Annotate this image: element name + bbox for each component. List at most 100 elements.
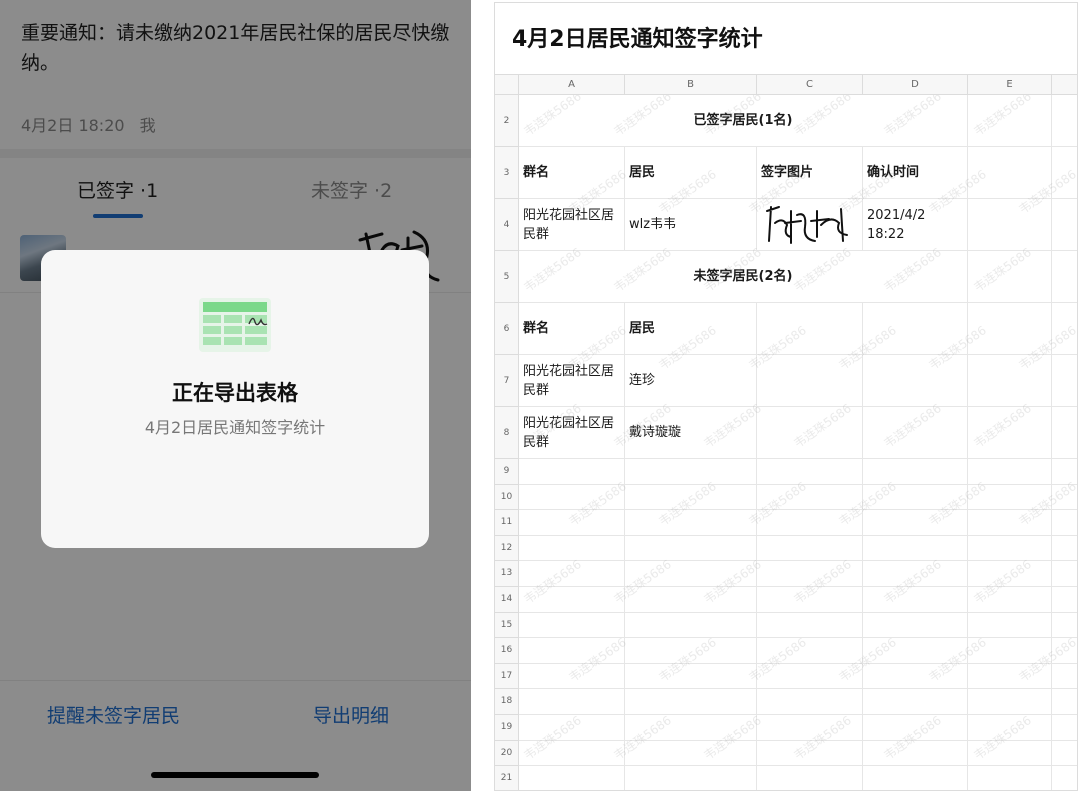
table-cell bbox=[1052, 561, 1078, 587]
table-cell bbox=[519, 766, 625, 791]
table-cell bbox=[757, 741, 863, 767]
table-cell bbox=[968, 689, 1052, 715]
table-cell-group: 阳光花园社区居民群 bbox=[519, 199, 625, 251]
header-cell-group: 群名 bbox=[519, 147, 625, 199]
table-cell-time: 2021/4/2 18:22 bbox=[863, 199, 968, 251]
table-cell bbox=[863, 355, 968, 407]
table-cell bbox=[757, 303, 863, 355]
select-all-corner[interactable] bbox=[495, 75, 519, 95]
signature-image-cell bbox=[757, 199, 863, 251]
table-cell bbox=[968, 407, 1052, 459]
section-title-signed: 已签字居民(1名) bbox=[519, 95, 968, 147]
row-header[interactable]: 18 bbox=[495, 689, 519, 715]
table-cell bbox=[968, 355, 1052, 407]
table-cell bbox=[757, 459, 863, 485]
table-cell bbox=[519, 715, 625, 741]
column-header-c[interactable]: C bbox=[757, 75, 863, 95]
row-header[interactable]: 4 bbox=[495, 199, 519, 251]
table-cell bbox=[1052, 303, 1078, 355]
row-header[interactable]: 17 bbox=[495, 664, 519, 690]
table-cell bbox=[1052, 536, 1078, 562]
column-header-d[interactable]: D bbox=[863, 75, 968, 95]
row-header[interactable]: 5 bbox=[495, 251, 519, 303]
table-cell bbox=[968, 587, 1052, 613]
table-cell bbox=[757, 510, 863, 536]
table-cell bbox=[968, 664, 1052, 690]
table-cell bbox=[519, 741, 625, 767]
table-cell bbox=[968, 715, 1052, 741]
row-header[interactable]: 7 bbox=[495, 355, 519, 407]
row-header[interactable]: 15 bbox=[495, 613, 519, 639]
table-cell bbox=[519, 536, 625, 562]
table-cell bbox=[968, 613, 1052, 639]
table-cell bbox=[757, 561, 863, 587]
row-header[interactable]: 10 bbox=[495, 485, 519, 511]
table-cell bbox=[1052, 485, 1078, 511]
row-header[interactable]: 21 bbox=[495, 766, 519, 791]
row-header[interactable]: 13 bbox=[495, 561, 519, 587]
table-cell bbox=[625, 561, 757, 587]
table-cell bbox=[757, 638, 863, 664]
sheet-header: 4月2日居民通知签字统计 bbox=[495, 3, 1078, 75]
section-title-unsigned: 未签字居民(2名) bbox=[519, 251, 968, 303]
export-progress-dialog: 正在导出表格 4月2日居民通知签字统计 bbox=[41, 250, 429, 548]
row-header[interactable]: 12 bbox=[495, 536, 519, 562]
row-header[interactable]: 2 bbox=[495, 95, 519, 147]
dialog-subtitle: 4月2日居民通知签字统计 bbox=[41, 414, 429, 438]
row-header[interactable]: 3 bbox=[495, 147, 519, 199]
table-cell bbox=[968, 766, 1052, 791]
column-header-a[interactable]: A bbox=[519, 75, 625, 95]
table-cell bbox=[863, 485, 968, 511]
table-cell bbox=[1052, 587, 1078, 613]
table-cell bbox=[625, 715, 757, 741]
table-cell bbox=[757, 485, 863, 511]
table-cell bbox=[1052, 95, 1078, 147]
table-cell bbox=[625, 459, 757, 485]
row-header[interactable]: 20 bbox=[495, 741, 519, 767]
row-header[interactable]: 6 bbox=[495, 303, 519, 355]
table-cell bbox=[625, 510, 757, 536]
table-cell bbox=[625, 613, 757, 639]
table-cell bbox=[1052, 407, 1078, 459]
table-cell bbox=[1052, 613, 1078, 639]
spreadsheet-grid: A B C D E 2 已签字居民(1名) 3 群名 居民 签字图片 确认时间 … bbox=[495, 75, 1078, 791]
table-cell bbox=[757, 355, 863, 407]
table-cell bbox=[863, 561, 968, 587]
row-header[interactable]: 9 bbox=[495, 459, 519, 485]
table-cell bbox=[1052, 147, 1078, 199]
table-cell bbox=[519, 485, 625, 511]
table-cell bbox=[519, 638, 625, 664]
table-cell bbox=[519, 510, 625, 536]
row-header[interactable]: 14 bbox=[495, 587, 519, 613]
header-cell-resident: 居民 bbox=[625, 147, 757, 199]
table-cell bbox=[968, 199, 1052, 251]
table-cell bbox=[863, 407, 968, 459]
row-header[interactable]: 19 bbox=[495, 715, 519, 741]
spreadsheet-signature-icon bbox=[199, 298, 271, 352]
table-cell bbox=[1052, 510, 1078, 536]
table-cell bbox=[1052, 251, 1078, 303]
table-cell bbox=[519, 561, 625, 587]
row-header[interactable]: 11 bbox=[495, 510, 519, 536]
column-header-f[interactable] bbox=[1052, 75, 1078, 95]
table-cell bbox=[863, 741, 968, 767]
table-cell bbox=[625, 766, 757, 791]
table-cell bbox=[968, 638, 1052, 664]
row-header[interactable]: 8 bbox=[495, 407, 519, 459]
table-cell bbox=[1052, 689, 1078, 715]
column-header-e[interactable]: E bbox=[968, 75, 1052, 95]
spreadsheet-preview: 4月2日居民通知签字统计 A B C D E 2 已签字居民(1名) 3 群名 … bbox=[494, 2, 1078, 791]
table-cell bbox=[863, 638, 968, 664]
table-cell bbox=[757, 664, 863, 690]
table-cell bbox=[625, 689, 757, 715]
table-cell bbox=[863, 689, 968, 715]
table-cell bbox=[519, 459, 625, 485]
row-header[interactable]: 16 bbox=[495, 638, 519, 664]
table-cell bbox=[757, 766, 863, 791]
column-header-b[interactable]: B bbox=[625, 75, 757, 95]
table-cell bbox=[863, 715, 968, 741]
table-cell bbox=[757, 536, 863, 562]
table-cell bbox=[1052, 199, 1078, 251]
table-cell bbox=[1052, 355, 1078, 407]
table-cell bbox=[968, 485, 1052, 511]
